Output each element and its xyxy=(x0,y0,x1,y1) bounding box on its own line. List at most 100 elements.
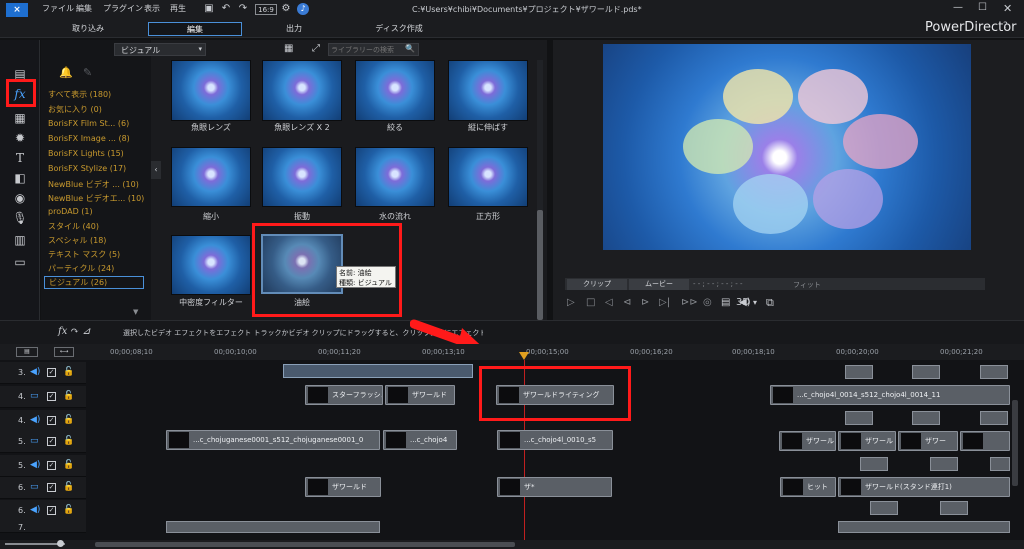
search-input[interactable] xyxy=(331,44,405,55)
menu-play[interactable]: 再生 xyxy=(170,3,186,14)
small-clip[interactable] xyxy=(860,457,888,471)
zoom-slider[interactable] xyxy=(5,543,65,545)
track-checkbox[interactable]: ✓ xyxy=(47,437,56,446)
tab-edit[interactable]: 編集 xyxy=(148,22,242,36)
category-dropdown[interactable]: ビジュアル ▾ xyxy=(114,43,206,56)
aspect-ratio-button[interactable]: 16:9 xyxy=(255,4,277,15)
track-checkbox[interactable]: ✓ xyxy=(47,368,56,377)
subtitle-room-icon[interactable]: ▭ xyxy=(12,254,28,270)
timeline-hscrollbar[interactable] xyxy=(95,542,515,547)
tab-disc[interactable]: ディスク作成 xyxy=(354,22,444,36)
track-checkbox[interactable]: ✓ xyxy=(47,416,56,425)
lock-icon[interactable]: 🔓 xyxy=(63,367,74,377)
small-clip[interactable] xyxy=(990,457,1010,471)
timeline-clip[interactable]: ザワー xyxy=(898,431,958,451)
audio-waveform-clip[interactable] xyxy=(283,364,473,378)
tab-import[interactable]: 取り込み xyxy=(48,22,128,36)
play-icon[interactable]: ▷ xyxy=(567,297,575,308)
timeline-clip[interactable]: ...c_chojo4l_0010_s5 xyxy=(497,430,613,450)
chevron-down-icon[interactable]: ▾ xyxy=(753,298,757,307)
category-item[interactable]: スペシャル (18) xyxy=(48,235,106,246)
lock-icon[interactable]: 🔓 xyxy=(63,391,74,401)
effect-thumbnail[interactable] xyxy=(262,147,342,207)
effect-thumbnail[interactable] xyxy=(448,147,528,207)
fullscreen-icon[interactable]: ⤢ xyxy=(312,43,320,54)
category-item[interactable]: proDAD (1) xyxy=(48,207,93,216)
timeline-clip[interactable]: ザワールド xyxy=(305,477,381,497)
minimize-button[interactable]: — xyxy=(953,2,963,13)
small-clip[interactable] xyxy=(940,501,968,515)
grid-view-icon[interactable]: ▦ xyxy=(284,43,293,54)
track-checkbox[interactable]: ✓ xyxy=(47,392,56,401)
timeline-clip[interactable]: ...c_chojuganese0001_s512_chojuganese000… xyxy=(166,430,380,450)
lock-icon[interactable]: 🔓 xyxy=(63,436,74,446)
library-scrollbar[interactable] xyxy=(537,60,543,320)
effect-thumbnail[interactable] xyxy=(171,60,251,121)
fit-dropdown[interactable]: フィット xyxy=(793,280,821,290)
playhead-marker[interactable] xyxy=(519,352,529,360)
bell-icon[interactable]: 🔔 xyxy=(59,66,73,79)
category-item[interactable]: すべて表示 (180) xyxy=(48,89,111,100)
lock-icon[interactable]: 🔓 xyxy=(63,460,74,470)
category-item-selected[interactable]: ビジュアル (26) xyxy=(44,276,144,289)
effect-thumbnail[interactable] xyxy=(171,235,251,295)
small-clip[interactable] xyxy=(838,521,1010,533)
timeline-clip[interactable]: ヒット xyxy=(780,477,836,497)
timeline-clip[interactable]: ザワールド(スタンド連打1) xyxy=(838,477,1010,497)
menu-edit[interactable]: 編集 xyxy=(76,3,92,14)
menu-plugin[interactable]: プラグイン xyxy=(103,3,143,14)
effect-thumbnail[interactable] xyxy=(171,147,251,207)
tab-output[interactable]: 出力 xyxy=(254,22,334,36)
movie-mode-button[interactable]: ムービー xyxy=(629,279,689,290)
title-room-icon[interactable]: T xyxy=(12,150,28,166)
timeline-clip[interactable]: ザワールド xyxy=(385,385,455,405)
effect-thumbnail[interactable] xyxy=(448,60,528,121)
undock-icon[interactable]: ⧉ xyxy=(766,296,774,310)
gear-icon[interactable]: ⚙ xyxy=(280,3,292,15)
effect-thumbnail[interactable] xyxy=(355,147,435,207)
category-item[interactable]: パーティクル (24) xyxy=(48,263,114,274)
category-item[interactable]: BorisFX Stylize (17) xyxy=(48,164,126,173)
small-clip[interactable] xyxy=(912,365,940,379)
search-icon[interactable]: 🔍 xyxy=(405,44,415,53)
small-clip[interactable] xyxy=(845,411,873,425)
timeline-clip[interactable]: ...c_chojo4l_0014_s512_chojo4l_0014_11 xyxy=(770,385,1010,405)
notification-icon[interactable]: ♪ xyxy=(297,3,309,15)
small-clip[interactable] xyxy=(166,521,380,533)
scroll-down-arrow[interactable]: ▼ xyxy=(133,308,138,316)
lock-icon[interactable]: 🔓 xyxy=(63,505,74,515)
redo-icon[interactable]: ↷ xyxy=(237,3,249,15)
timeline-clip[interactable]: ザワール xyxy=(838,431,896,451)
small-clip[interactable] xyxy=(980,411,1008,425)
maximize-button[interactable]: ☐ xyxy=(978,2,987,13)
small-clip[interactable] xyxy=(870,501,898,515)
audio-mix-icon[interactable]: ◉ xyxy=(12,190,28,206)
snapshot-icon[interactable]: ◎ xyxy=(703,297,712,308)
tag-icon[interactable]: ✎ xyxy=(83,66,92,79)
category-item[interactable]: BorisFX Image ... (8) xyxy=(48,134,130,143)
stop-icon[interactable]: □ xyxy=(586,297,595,308)
transition-room-icon[interactable]: ◧ xyxy=(12,170,28,186)
3d-mode-button[interactable]: 3D xyxy=(736,297,750,308)
track-checkbox[interactable]: ✓ xyxy=(47,461,56,470)
category-item[interactable]: BorisFX Lights (15) xyxy=(48,149,124,158)
voice-over-icon[interactable]: 🎙 xyxy=(12,210,28,226)
prev-frame-icon[interactable]: ◁ xyxy=(605,297,613,308)
undo-icon[interactable]: ↶ xyxy=(220,3,232,15)
track-checkbox[interactable]: ✓ xyxy=(47,506,56,515)
menu-file[interactable]: ファイル xyxy=(42,3,74,14)
timeline-clip[interactable]: ザ* xyxy=(497,477,612,497)
close-button[interactable]: ✕ xyxy=(1003,2,1012,15)
search-box[interactable]: 🔍 xyxy=(328,43,419,56)
subtitle-icon[interactable]: ▤ xyxy=(721,297,730,308)
collapse-arrow[interactable]: ‹ xyxy=(151,161,161,179)
timeline-clip[interactable]: スターフラッシュ xyxy=(305,385,383,405)
lock-icon[interactable]: 🔓 xyxy=(63,415,74,425)
effect-thumbnail[interactable] xyxy=(262,60,342,121)
category-item[interactable]: お気に入り (0) xyxy=(48,104,102,115)
save-icon[interactable]: ▣ xyxy=(203,3,215,15)
zoom-handle[interactable] xyxy=(57,540,64,547)
timeline-vscrollbar[interactable] xyxy=(1012,400,1018,486)
effect-thumbnail[interactable] xyxy=(355,60,435,121)
small-clip[interactable] xyxy=(980,365,1008,379)
